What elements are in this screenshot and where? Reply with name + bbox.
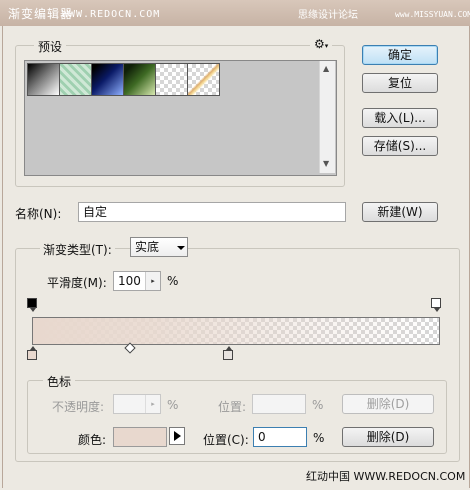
stops-label: 色标 bbox=[43, 373, 76, 390]
name-label: 名称(N): bbox=[15, 207, 62, 221]
chevron-down-icon bbox=[177, 246, 185, 250]
color-picker-arrow-button[interactable] bbox=[169, 427, 185, 445]
gradient-type-select[interactable]: 实底 bbox=[130, 237, 188, 257]
title-bar[interactable]: 渐变编辑器 WWW.REDOCN.COM 思缘设计论坛 www.MISSYUAN… bbox=[0, 0, 470, 26]
opacity-location-unit: % bbox=[312, 398, 324, 412]
preset-swatch-black-white[interactable] bbox=[27, 63, 60, 96]
opacity-stop-left[interactable] bbox=[27, 298, 37, 312]
opacity-location-label: 位置: bbox=[218, 400, 247, 414]
watermark-top: 思缘设计论坛 bbox=[298, 10, 358, 21]
opacity-stop-right[interactable] bbox=[431, 298, 441, 312]
location-label: 位置(C): bbox=[203, 433, 249, 447]
watermark-top-url: www.MISSYUAN.COM bbox=[395, 10, 470, 19]
reset-button[interactable]: 复位 bbox=[362, 73, 438, 93]
load-button[interactable]: 载入(L)... bbox=[362, 108, 438, 128]
smoothness-input[interactable]: 100 ▸ bbox=[113, 271, 161, 291]
ok-button[interactable]: 确定 bbox=[362, 45, 438, 65]
color-label: 颜色: bbox=[78, 433, 107, 447]
presets-menu-gear-icon[interactable]: ⚙▾ bbox=[310, 37, 333, 51]
preset-swatch-tan-transparent[interactable] bbox=[187, 63, 220, 96]
preset-swatch-green[interactable] bbox=[123, 63, 156, 96]
play-arrow-icon bbox=[174, 431, 181, 441]
smoothness-stepper-icon[interactable]: ▸ bbox=[145, 272, 160, 290]
scroll-up-icon[interactable]: ▲ bbox=[323, 64, 329, 73]
gradient-preview-bar[interactable] bbox=[32, 317, 440, 345]
delete-color-stop-button[interactable]: 删除(D) bbox=[342, 427, 434, 447]
opacity-location-input[interactable] bbox=[252, 394, 306, 414]
preset-scrollbar[interactable]: ▲ ▼ bbox=[319, 61, 335, 173]
name-input[interactable]: 自定 bbox=[78, 202, 346, 222]
color-stop-right[interactable] bbox=[223, 346, 233, 360]
location-input[interactable]: 0 bbox=[253, 427, 307, 447]
gradient-type-value: 实底 bbox=[135, 240, 160, 254]
color-stop-left[interactable] bbox=[27, 346, 37, 360]
opacity-input[interactable]: ▸ bbox=[113, 394, 161, 414]
opacity-unit: % bbox=[167, 398, 179, 412]
new-button[interactable]: 新建(W) bbox=[362, 202, 438, 222]
preset-swatch-green-pattern[interactable] bbox=[59, 63, 92, 96]
gradient-type-label: 渐变类型(T): bbox=[40, 241, 115, 258]
presets-label: 预设 bbox=[34, 38, 67, 55]
smoothness-unit: % bbox=[167, 274, 179, 288]
footer-watermark: 红动中国 WWW.REDOCN.COM bbox=[306, 470, 466, 483]
smoothness-value: 100 bbox=[118, 274, 141, 288]
location-unit: % bbox=[313, 431, 325, 445]
color-swatch[interactable] bbox=[113, 427, 167, 447]
scroll-down-icon[interactable]: ▼ bbox=[323, 159, 329, 168]
preset-list[interactable] bbox=[24, 60, 337, 176]
opacity-stepper-icon[interactable]: ▸ bbox=[145, 395, 160, 413]
delete-opacity-stop-button[interactable]: 删除(D) bbox=[342, 394, 434, 414]
title-site-mark: WWW.REDOCN.COM bbox=[62, 9, 161, 20]
preset-swatch-transparent[interactable] bbox=[155, 63, 188, 96]
smoothness-label: 平滑度(M): bbox=[47, 276, 107, 290]
save-button[interactable]: 存储(S)... bbox=[362, 136, 438, 156]
preset-swatch-blue[interactable] bbox=[91, 63, 124, 96]
opacity-label: 不透明度: bbox=[52, 400, 105, 414]
